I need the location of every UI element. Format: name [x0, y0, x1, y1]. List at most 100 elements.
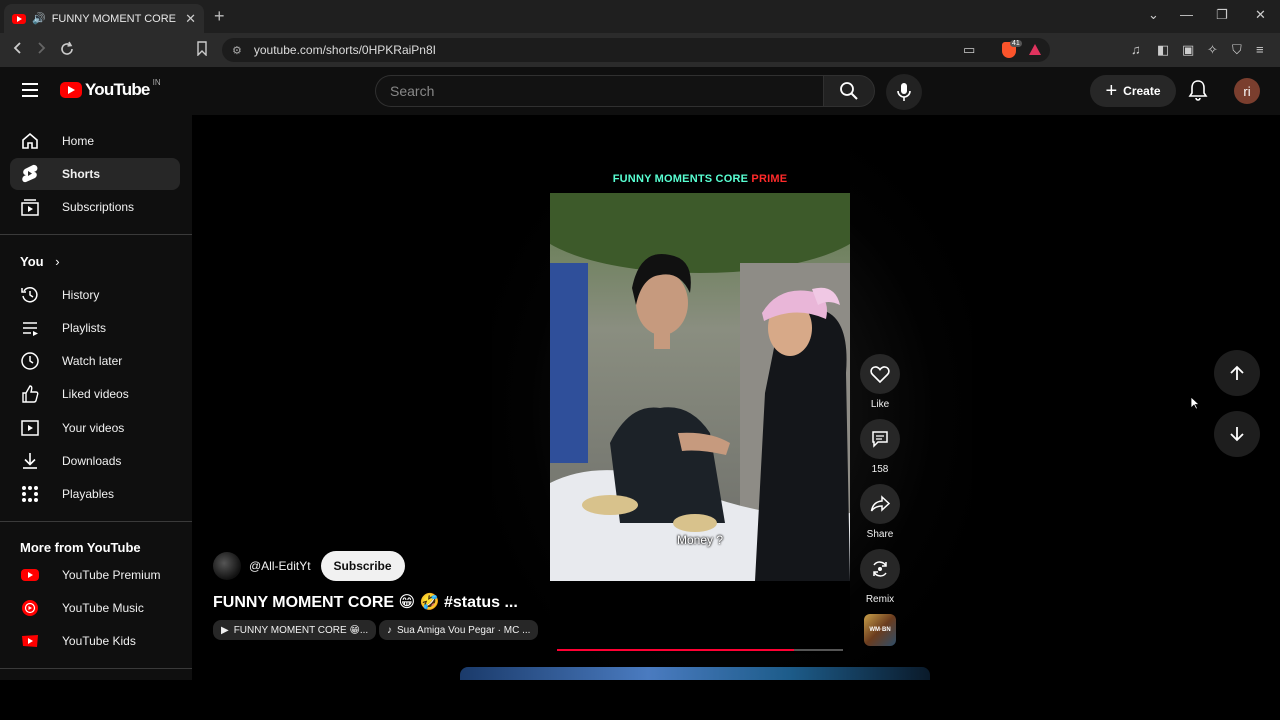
tab-search-chevron-icon[interactable]: ⌄ [1148, 7, 1159, 23]
video-progress-fill [557, 649, 795, 651]
video-progress-bar[interactable] [557, 649, 843, 651]
channel-avatar[interactable] [213, 552, 241, 580]
sidebar-divider [0, 521, 192, 522]
sidebar-item-playables[interactable]: Playables [10, 478, 180, 510]
share-circle [860, 484, 900, 524]
previous-short-button[interactable] [1214, 350, 1260, 396]
create-button[interactable]: + Create [1090, 75, 1176, 107]
guide-menu-icon[interactable] [22, 83, 38, 97]
sidebar-item-youtube-premium[interactable]: YouTube Premium [10, 559, 180, 591]
sidebar-item-youtube-kids[interactable]: YouTube Kids [10, 625, 180, 657]
sidebar-item-label: Shorts [62, 167, 101, 181]
sidebar: Home Shorts Subscriptions You › History … [0, 115, 192, 680]
forward-icon[interactable] [34, 41, 48, 59]
sidebar-item-shorts[interactable]: Shorts [10, 158, 180, 190]
youtube-header: YouTube IN Search + Create ri [0, 67, 1280, 115]
download-icon [20, 451, 40, 471]
wallet-icon[interactable]: ▣ [1182, 42, 1194, 58]
reload-icon[interactable] [59, 41, 75, 61]
site-settings-icon[interactable]: ⚙ [232, 44, 242, 57]
search-input[interactable]: Search [375, 75, 823, 107]
remix-button[interactable]: Remix [860, 549, 900, 605]
share-button[interactable]: Share [860, 484, 900, 540]
playlist-chip-label: FUNNY MOMENT CORE 😁... [233, 624, 369, 636]
sidebar-item-label: Your videos [62, 421, 125, 435]
sidebar-item-downloads[interactable]: Downloads [10, 445, 180, 477]
like-button[interactable]: Like [860, 354, 900, 410]
you-heading-label: You [20, 254, 44, 269]
audio-chip-label: Sua Amiga Vou Pegar · MC ... [397, 624, 531, 636]
banner-text-highlight: PRIME [751, 173, 788, 185]
back-icon[interactable] [11, 41, 25, 59]
youtube-logo[interactable]: YouTube IN [60, 78, 161, 100]
audio-source-thumbnail[interactable]: WM·BN [864, 614, 896, 646]
minimize-icon[interactable]: — [1180, 7, 1193, 22]
tab-close-icon[interactable]: ✕ [185, 11, 196, 27]
sidebar-item-label: Watch later [62, 354, 123, 368]
notifications-bell-icon[interactable] [1188, 79, 1208, 106]
next-short-button[interactable] [1214, 411, 1260, 457]
banner-text-main: FUNNY MOMENTS CORE [612, 173, 752, 185]
sidebar-item-label: YouTube Premium [62, 568, 161, 582]
youtube-kids-icon [20, 631, 40, 651]
menu-icon[interactable]: ≡ [1256, 42, 1264, 57]
sidebar-divider [0, 234, 192, 235]
mouse-cursor-icon [1190, 396, 1201, 415]
remix-label: Remix [865, 594, 895, 605]
short-title[interactable]: FUNNY MOMENT CORE 😁 🤣 #status ... [213, 592, 518, 612]
browser-tab[interactable]: 🔊 FUNNY MOMENT CORE 😁🤣 ✕ [4, 4, 204, 33]
subscriptions-icon [20, 197, 40, 217]
cast-icon[interactable]: ▭ [963, 42, 975, 58]
history-icon [20, 285, 40, 305]
sidebar-item-label: History [62, 288, 100, 302]
browser-toolbar: ⚙ youtube.com/shorts/0HPKRaiPn8I [0, 33, 1280, 67]
comment-icon [872, 431, 888, 448]
subscribe-button[interactable]: Subscribe [320, 551, 405, 581]
tab-title: FUNNY MOMENT CORE 😁🤣 [51, 13, 179, 25]
sidebar-toggle-icon[interactable]: ◧ [1157, 42, 1169, 58]
playlist-chip[interactable]: ▶ FUNNY MOMENT CORE 😁... [213, 620, 377, 640]
arrow-up-icon [1230, 365, 1244, 380]
bottom-letterbox [0, 680, 1280, 720]
playlists-icon [20, 318, 40, 338]
sidebar-item-label: Playables [62, 487, 115, 501]
shorts-video-player[interactable]: FUNNY MOMENTS CORE PRIME Money ? [550, 121, 850, 654]
sidebar-item-subscriptions[interactable]: Subscriptions [10, 191, 180, 223]
leo-ai-icon[interactable]: ✧ [1207, 42, 1218, 58]
youtube-premium-icon [20, 565, 40, 585]
restore-icon[interactable]: ❐ [1216, 7, 1228, 23]
bookmark-icon[interactable] [196, 41, 208, 60]
video-frame [550, 193, 850, 581]
channel-row: @All-EditYt Subscribe [213, 551, 405, 581]
sidebar-item-playlists[interactable]: Playlists [10, 312, 180, 344]
comments-button[interactable]: 158 [860, 419, 900, 475]
media-icon[interactable]: ♫ [1131, 42, 1141, 57]
home-icon [20, 131, 40, 151]
sidebar-item-youtube-music[interactable]: YouTube Music [10, 592, 180, 624]
channel-name[interactable]: @All-EditYt [249, 559, 311, 573]
youtube-music-icon [20, 598, 40, 618]
speaker-icon[interactable]: 🔊 [32, 12, 46, 25]
video-subtitle: Money ? [676, 533, 724, 547]
account-avatar[interactable]: ri [1234, 78, 1260, 104]
sidebar-you-heading[interactable]: You › [20, 254, 60, 269]
sidebar-item-watch-later[interactable]: Watch later [10, 345, 180, 377]
url-bar[interactable]: ⚙ youtube.com/shorts/0HPKRaiPn8I [222, 38, 1050, 62]
sidebar-item-your-videos[interactable]: Your videos [10, 412, 180, 444]
next-short-preview[interactable] [460, 667, 930, 680]
new-tab-button[interactable]: + [214, 6, 225, 27]
arrow-down-icon [1230, 427, 1244, 442]
heart-icon [870, 366, 890, 383]
youtube-favicon-icon [12, 13, 26, 24]
sidebar-item-history[interactable]: History [10, 279, 180, 311]
vpn-icon[interactable]: ⛉ [1232, 42, 1242, 58]
sidebar-item-liked-videos[interactable]: Liked videos [10, 378, 180, 410]
audio-chip[interactable]: ♪ Sua Amiga Vou Pegar · MC ... [379, 620, 539, 640]
remix-circle [860, 549, 900, 589]
microphone-icon [897, 83, 911, 101]
voice-search-button[interactable] [886, 74, 922, 110]
close-window-icon[interactable]: ✕ [1255, 7, 1266, 23]
sidebar-item-home[interactable]: Home [10, 125, 180, 157]
search-button[interactable] [823, 75, 875, 107]
brave-rewards-icon[interactable] [1029, 44, 1041, 55]
